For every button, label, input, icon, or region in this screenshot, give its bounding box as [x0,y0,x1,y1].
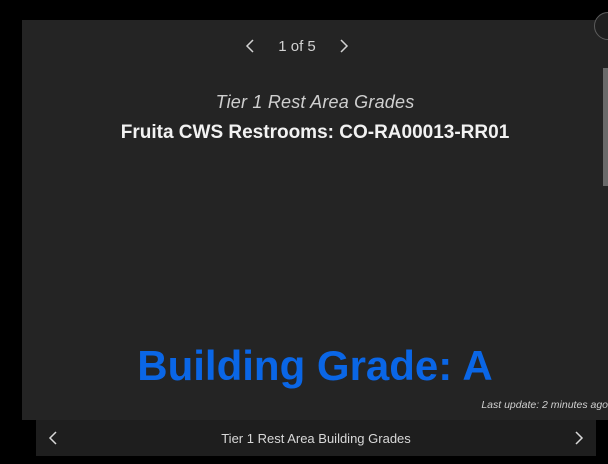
close-icon[interactable] [594,12,608,40]
popup-panel: 1 of 5 Tier 1 Rest Area Grades Fruita CW… [22,12,608,420]
footer-previous-button[interactable] [36,420,70,456]
popup-title: Fruita CWS Restrooms: CO-RA00013-RR01 [120,122,510,143]
chevron-left-icon [48,431,57,445]
last-update-text: Last update: 2 minutes ago [481,399,608,411]
feature-count: 1 of 5 [278,37,316,55]
popup-subtitle: Tier 1 Rest Area Grades [215,92,415,112]
chevron-right-icon [575,431,584,445]
previous-feature-button[interactable] [240,36,260,56]
building-grade: Building Grade: A [137,342,493,389]
feature-pager: 1 of 5 [22,20,572,72]
next-feature-button[interactable] [334,36,354,56]
footer-bar: Tier 1 Rest Area Building Grades [36,420,596,456]
screen: 1 of 5 Tier 1 Rest Area Grades Fruita CW… [0,0,608,464]
chevron-left-icon [246,39,254,53]
chevron-right-icon [340,39,348,53]
footer-title: Tier 1 Rest Area Building Grades [221,430,411,446]
footer-next-button[interactable] [562,420,596,456]
